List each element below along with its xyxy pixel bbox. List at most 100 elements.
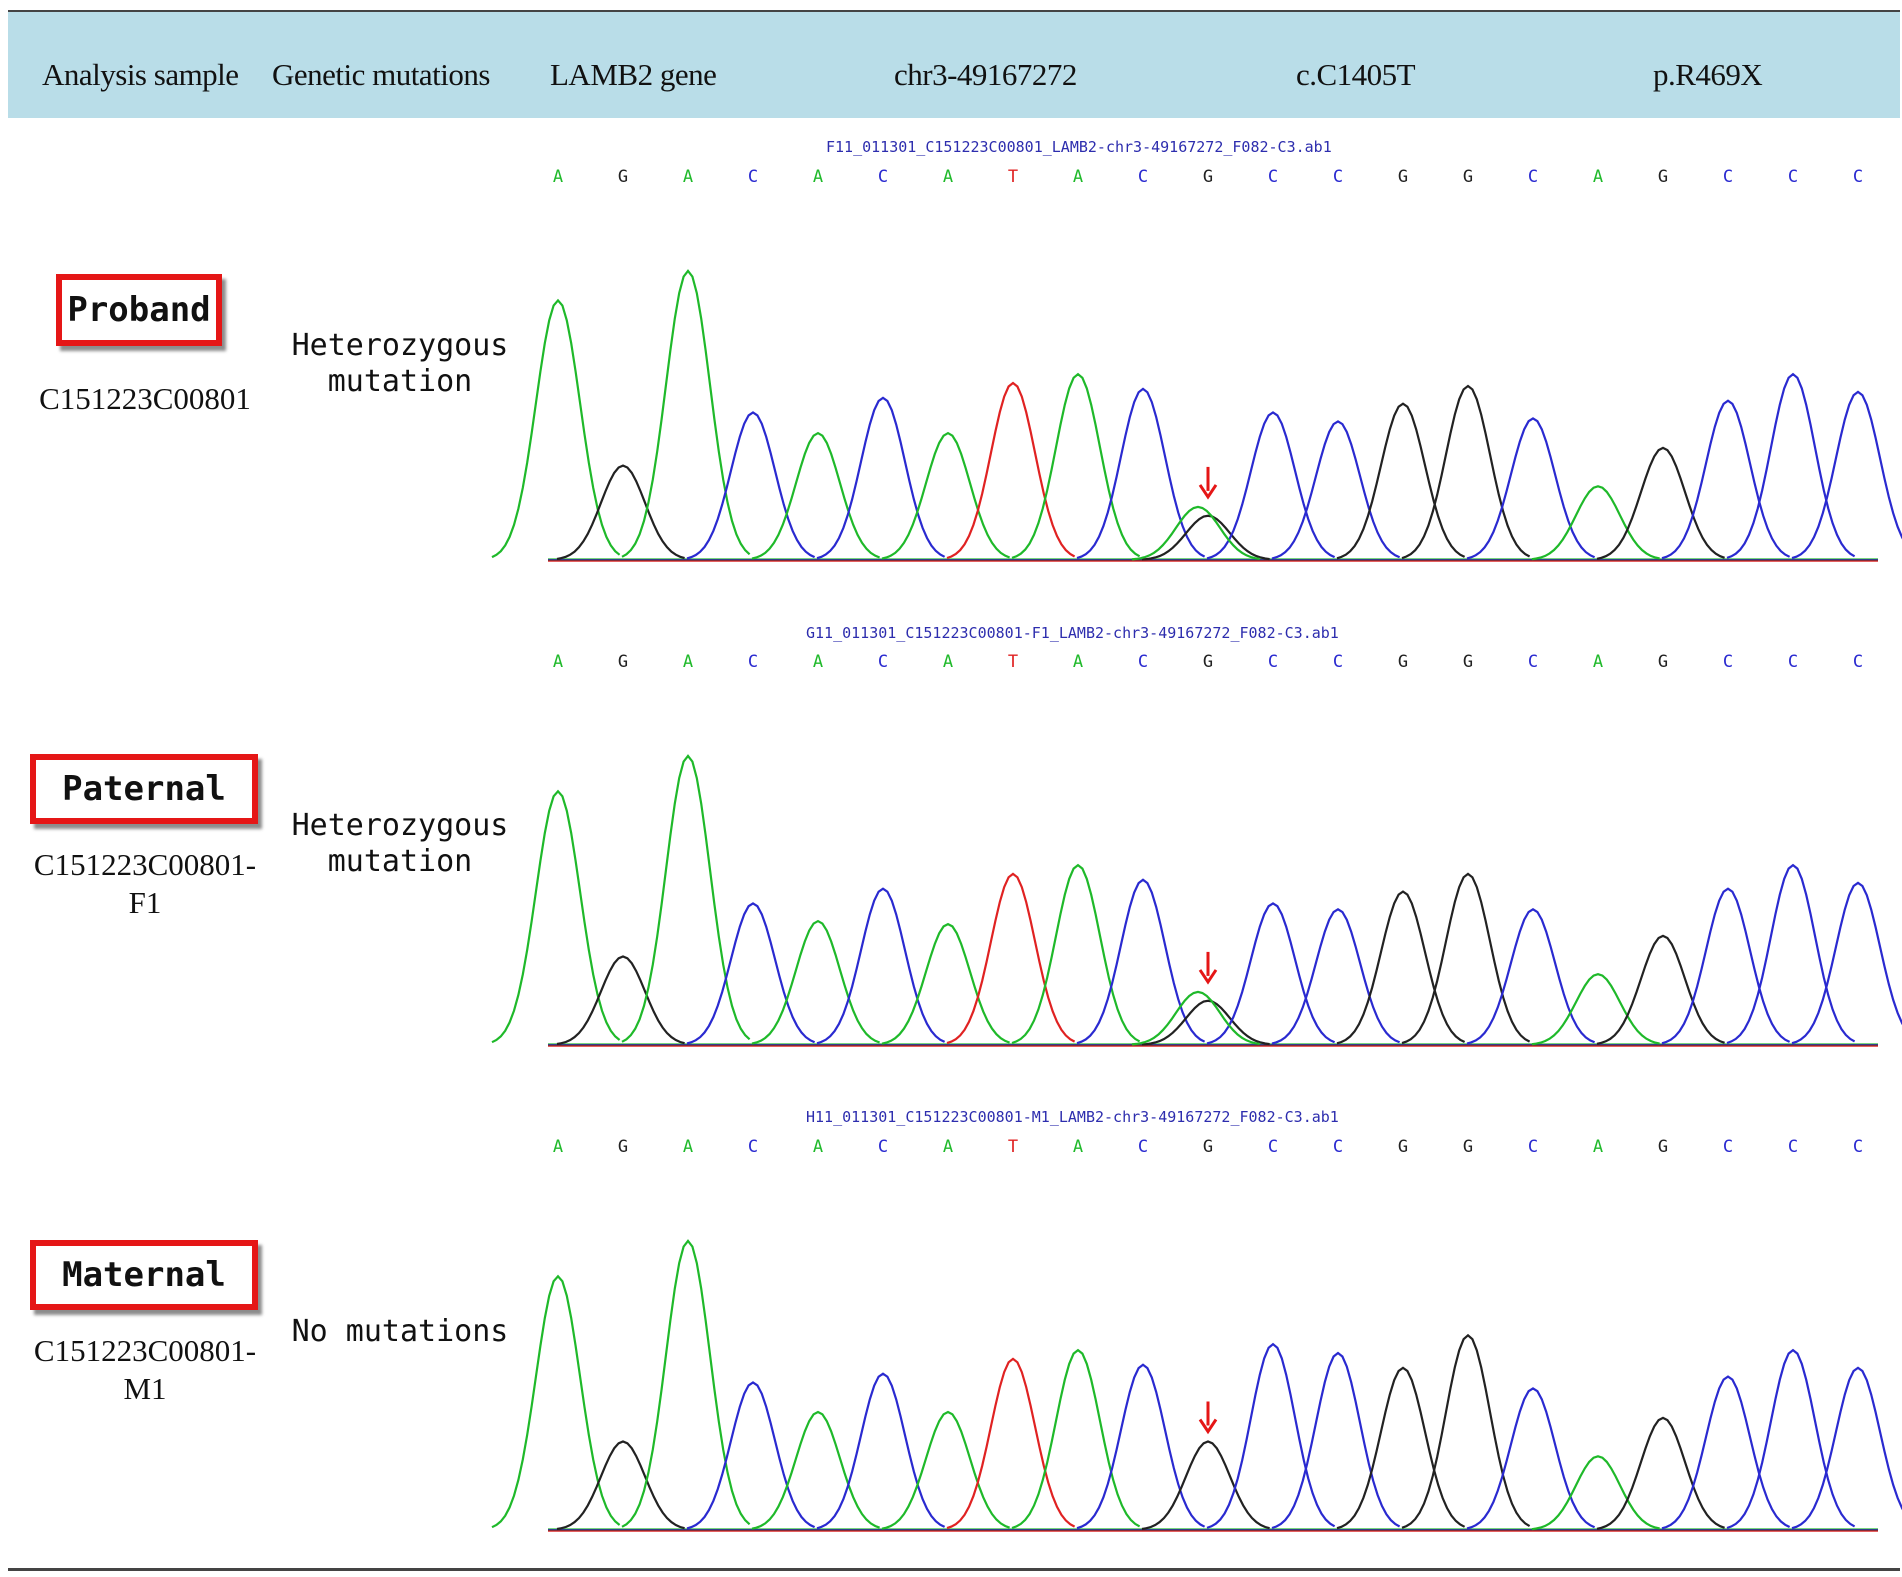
- peak-2: [621, 269, 751, 558]
- base-call-19: C: [1788, 1137, 1798, 1157]
- peak-1: [556, 955, 685, 1046]
- peak-19: [1726, 1348, 1856, 1530]
- proband-sample-id: C151223C00801: [20, 380, 270, 418]
- base-call-9: C: [1138, 167, 1148, 187]
- maternal-sample-id: C151223C00801- M1: [20, 1332, 270, 1408]
- base-call-20: C: [1853, 167, 1863, 187]
- paternal-sample-id: C151223C00801- F1: [20, 846, 270, 922]
- base-call-11: C: [1268, 1137, 1278, 1157]
- base-call-3: C: [748, 1137, 758, 1157]
- header-position: chr3-49167272: [894, 57, 1077, 92]
- base-call-1: G: [618, 1137, 628, 1157]
- base-call-13: G: [1398, 652, 1408, 672]
- peak-15: [1466, 1387, 1596, 1530]
- base-call-15: C: [1528, 1137, 1538, 1157]
- base-call-4: A: [813, 1137, 823, 1157]
- proband-trace-file: F11_011301_C151223C00801_LAMB2-chr3-4916…: [826, 138, 1332, 156]
- peak-4: [751, 919, 880, 1045]
- maternal-mutation-status: No mutations: [280, 1314, 520, 1350]
- base-call-16: A: [1593, 1137, 1603, 1157]
- header-genetic-mutations: Genetic mutations: [272, 57, 490, 92]
- base-call-0: A: [553, 652, 563, 672]
- peak-16: [1531, 485, 1660, 561]
- peak-1: [556, 1440, 685, 1531]
- paternal-chromatogram: AGACACATACGCCGGCAGCCC: [491, 652, 1902, 1047]
- peak-14: [1401, 872, 1531, 1045]
- maternal-chromatogram: AGACACATACGCCGGCAGCCC: [491, 1137, 1902, 1532]
- sample-id-line1: C151223C00801-: [33, 1333, 257, 1368]
- mutation-line1: Heterozygous: [291, 808, 509, 843]
- base-call-0: A: [553, 1137, 563, 1157]
- base-call-12: C: [1333, 1137, 1343, 1157]
- peak-5: [816, 1372, 946, 1530]
- header-analysis-sample: Analysis sample: [42, 57, 239, 92]
- paternal-mutation-status: Heterozygous mutation: [280, 808, 520, 880]
- paternal-label: Paternal: [30, 754, 258, 824]
- base-call-18: C: [1723, 167, 1733, 187]
- base-call-12: C: [1333, 652, 1343, 672]
- base-call-4: A: [813, 652, 823, 672]
- peak-3: [686, 1381, 816, 1530]
- peak-10: [1141, 1440, 1270, 1531]
- base-call-16: A: [1593, 652, 1603, 672]
- peak-13: [1336, 890, 1466, 1045]
- mutation-line1: No mutations: [291, 1314, 509, 1349]
- sample-id-line1: C151223C00801-: [33, 847, 257, 882]
- base-call-18: C: [1723, 652, 1733, 672]
- peak-13: [1336, 402, 1466, 560]
- peak-19: [1726, 372, 1856, 559]
- peak-16: [1531, 1455, 1660, 1531]
- base-call-10: G: [1203, 1137, 1213, 1157]
- peak-12: [1271, 1351, 1401, 1530]
- base-call-8: A: [1073, 167, 1083, 187]
- peak-15: [1466, 908, 1596, 1045]
- peak-8: [1011, 372, 1141, 559]
- mutation-line1: Heterozygous: [291, 328, 509, 363]
- base-call-10: G: [1203, 167, 1213, 187]
- base-call-20: C: [1853, 1137, 1863, 1157]
- proband-label: Proband: [56, 274, 222, 346]
- base-call-5: C: [878, 652, 888, 672]
- base-call-17: G: [1658, 652, 1668, 672]
- base-call-9: C: [1138, 652, 1148, 672]
- maternal-label: Maternal: [30, 1240, 258, 1310]
- peak-8: [1011, 863, 1141, 1045]
- base-call-5: C: [878, 167, 888, 187]
- peak-10: [1141, 999, 1270, 1046]
- peak-9: [1076, 1363, 1206, 1530]
- base-call-7: T: [1008, 652, 1018, 672]
- base-call-9: C: [1138, 1137, 1148, 1157]
- sample-id-line2: M1: [123, 1371, 167, 1406]
- base-call-18: C: [1723, 1137, 1733, 1157]
- base-call-11: C: [1268, 167, 1278, 187]
- base-call-19: C: [1788, 652, 1798, 672]
- base-call-4: A: [813, 167, 823, 187]
- base-call-1: G: [618, 652, 628, 672]
- bottom-rule: [8, 1568, 1900, 1571]
- base-call-17: G: [1658, 167, 1668, 187]
- base-call-15: C: [1528, 652, 1538, 672]
- peak-1: [556, 464, 685, 561]
- mutation-line2: mutation: [327, 364, 473, 399]
- base-call-16: A: [1593, 167, 1603, 187]
- base-call-12: C: [1333, 167, 1343, 187]
- base-call-0: A: [553, 167, 563, 187]
- peak-11: [1206, 1342, 1336, 1529]
- base-call-3: C: [748, 652, 758, 672]
- header-protein: p.R469X: [1653, 57, 1763, 92]
- peak-10: [1141, 514, 1270, 561]
- base-call-14: G: [1463, 652, 1473, 672]
- base-call-2: A: [683, 167, 693, 187]
- base-call-14: G: [1463, 1137, 1473, 1157]
- peak-12: [1271, 908, 1401, 1045]
- base-call-15: C: [1528, 167, 1538, 187]
- mutation-line2: mutation: [327, 844, 473, 879]
- sample-id-line2: F1: [128, 885, 162, 920]
- base-call-10: G: [1203, 652, 1213, 672]
- base-call-17: G: [1658, 1137, 1668, 1157]
- base-call-5: C: [878, 1137, 888, 1157]
- base-call-1: G: [618, 167, 628, 187]
- peak-2: [621, 754, 751, 1043]
- base-call-7: T: [1008, 1137, 1018, 1157]
- base-call-3: C: [748, 167, 758, 187]
